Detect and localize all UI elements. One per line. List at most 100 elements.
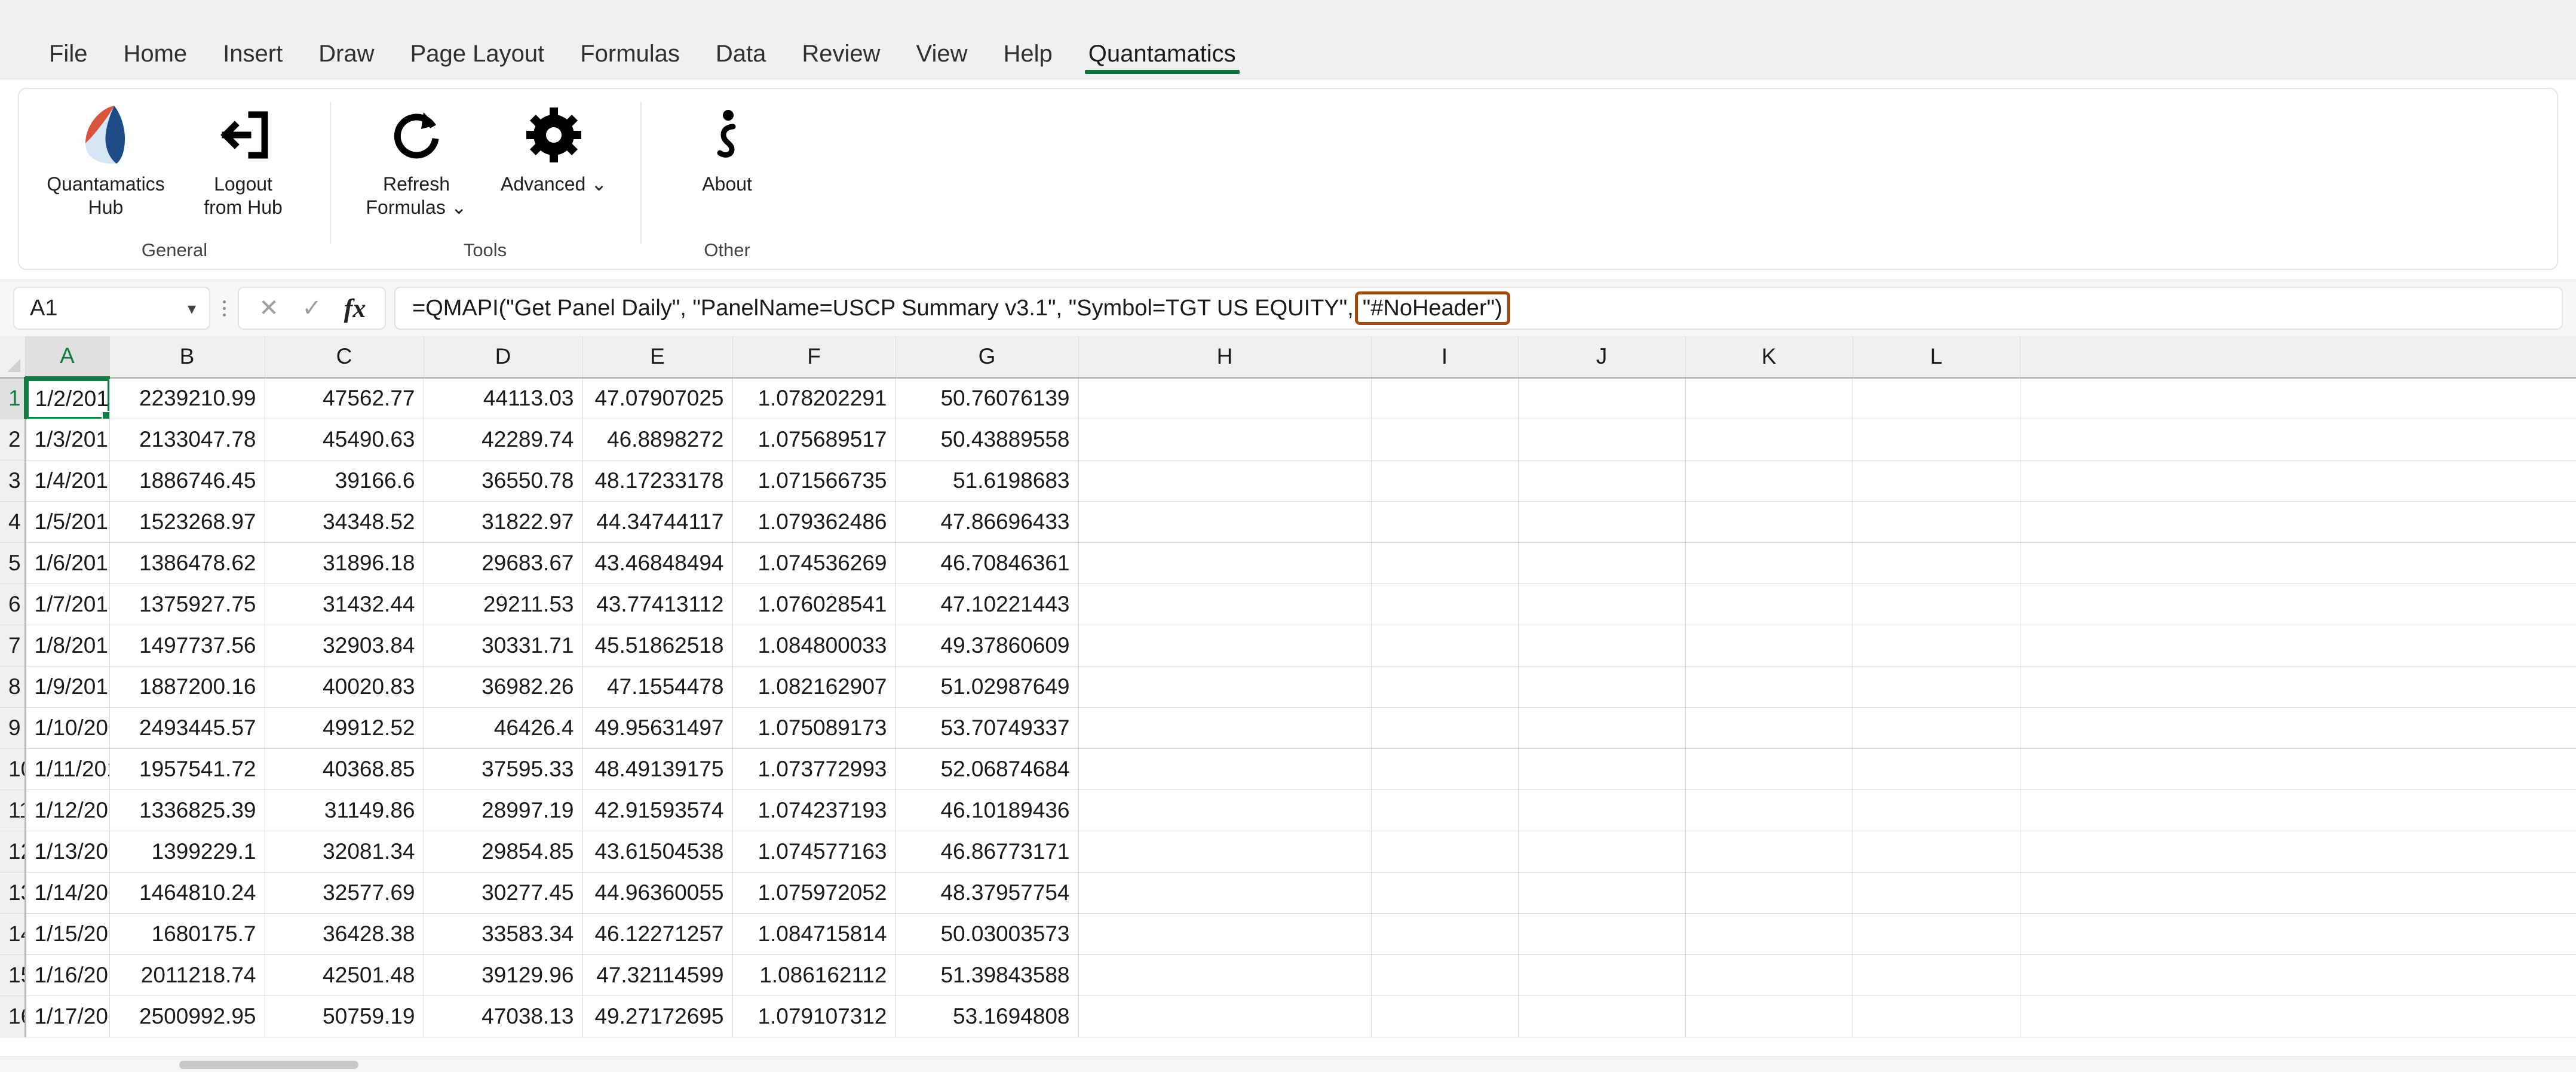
cell-G13[interactable]: 48.37957754	[896, 872, 1079, 914]
cell-I15[interactable]	[1371, 954, 1519, 996]
column-header-D[interactable]: D	[424, 336, 583, 379]
cell-I1[interactable]	[1371, 377, 1519, 419]
cell-L7[interactable]	[1853, 625, 2020, 666]
cell-H12[interactable]	[1078, 831, 1372, 873]
cell-K14[interactable]	[1685, 913, 1853, 955]
cell-C8[interactable]: 40020.83	[265, 666, 424, 708]
cell-I14[interactable]	[1371, 913, 1519, 955]
cell-J9[interactable]	[1518, 707, 1686, 749]
cell-J6[interactable]	[1518, 583, 1686, 625]
cell-C15[interactable]: 42501.48	[265, 954, 424, 996]
column-header-L[interactable]: L	[1853, 336, 2020, 379]
cell-G1[interactable]: 50.76076139	[896, 377, 1079, 419]
cell-H16[interactable]	[1078, 996, 1372, 1037]
row-header-8[interactable]: 8	[0, 666, 26, 708]
cell-D5[interactable]: 29683.67	[424, 542, 583, 584]
cell-K2[interactable]	[1685, 419, 1853, 460]
cell-B14[interactable]: 1680175.7	[109, 913, 265, 955]
cell-F16[interactable]: 1.079107312	[732, 996, 896, 1037]
cell-H1[interactable]	[1078, 377, 1372, 419]
cell-L6[interactable]	[1853, 583, 2020, 625]
cell-L9[interactable]	[1853, 707, 2020, 749]
cell-F8[interactable]: 1.082162907	[732, 666, 896, 708]
cell-I10[interactable]	[1371, 748, 1519, 790]
cell-G6[interactable]: 47.10221443	[896, 583, 1079, 625]
column-header-E[interactable]: E	[582, 336, 733, 379]
cell-L13[interactable]	[1853, 872, 2020, 914]
cell-C6[interactable]: 31432.44	[265, 583, 424, 625]
cell-E11[interactable]: 42.91593574	[582, 790, 733, 831]
row-header-11[interactable]: 11	[0, 790, 26, 831]
cell-D8[interactable]: 36982.26	[424, 666, 583, 708]
cell-J12[interactable]	[1518, 831, 1686, 873]
column-header-I[interactable]: I	[1371, 336, 1519, 379]
cell-J8[interactable]	[1518, 666, 1686, 708]
row-header-1[interactable]: 1	[0, 377, 27, 419]
cell-F12[interactable]: 1.074577163	[732, 831, 896, 873]
cell-H7[interactable]	[1078, 625, 1372, 666]
cell-C12[interactable]: 32081.34	[265, 831, 424, 873]
column-header-C[interactable]: C	[265, 336, 424, 379]
row-header-5[interactable]: 5	[0, 542, 26, 584]
row-header-14[interactable]: 14	[0, 913, 26, 955]
cell-H15[interactable]	[1078, 954, 1372, 996]
cell-J5[interactable]	[1518, 542, 1686, 584]
cell-A10[interactable]: 1/11/2015	[25, 748, 110, 790]
confirm-icon[interactable]: ✓	[290, 288, 333, 328]
cell-E13[interactable]: 44.96360055	[582, 872, 733, 914]
cell-J15[interactable]	[1518, 954, 1686, 996]
row-header-15[interactable]: 15	[0, 954, 26, 996]
cell-D13[interactable]: 30277.45	[424, 872, 583, 914]
cell-F10[interactable]: 1.073772993	[732, 748, 896, 790]
ribbon-tab-draw[interactable]: Draw	[300, 42, 392, 79]
formula-bar-drag-handle[interactable]	[210, 300, 238, 317]
cell-B15[interactable]: 2011218.74	[109, 954, 265, 996]
cell-J3[interactable]	[1518, 460, 1686, 502]
cell-H9[interactable]	[1078, 707, 1372, 749]
cell-K13[interactable]	[1685, 872, 1853, 914]
cell-K5[interactable]	[1685, 542, 1853, 584]
cell-C5[interactable]: 31896.18	[265, 542, 424, 584]
cell-A3[interactable]: 1/4/2015	[25, 460, 110, 502]
cell-D4[interactable]: 31822.97	[424, 501, 583, 543]
ribbon-tab-formulas[interactable]: Formulas	[562, 42, 698, 79]
cell-E10[interactable]: 48.49139175	[582, 748, 733, 790]
cell-G3[interactable]: 51.6198683	[896, 460, 1079, 502]
cell-E12[interactable]: 43.61504538	[582, 831, 733, 873]
cell-D2[interactable]: 42289.74	[424, 419, 583, 460]
cell-E7[interactable]: 45.51862518	[582, 625, 733, 666]
cell-K11[interactable]	[1685, 790, 1853, 831]
cell-A11[interactable]: 1/12/2015	[25, 790, 110, 831]
cell-E3[interactable]: 48.17233178	[582, 460, 733, 502]
cell-F14[interactable]: 1.084715814	[732, 913, 896, 955]
cell-A2[interactable]: 1/3/2015	[25, 419, 110, 460]
ribbon-tab-page-layout[interactable]: Page Layout	[392, 42, 563, 79]
cell-H13[interactable]	[1078, 872, 1372, 914]
cell-E5[interactable]: 43.46848494	[582, 542, 733, 584]
cell-C13[interactable]: 32577.69	[265, 872, 424, 914]
cell-D1[interactable]: 44113.03	[424, 377, 583, 419]
cell-I13[interactable]	[1371, 872, 1519, 914]
cell-B13[interactable]: 1464810.24	[109, 872, 265, 914]
row-header-6[interactable]: 6	[0, 583, 26, 625]
cell-L8[interactable]	[1853, 666, 2020, 708]
cell-C3[interactable]: 39166.6	[265, 460, 424, 502]
cell-B12[interactable]: 1399229.1	[109, 831, 265, 873]
row-header-12[interactable]: 12	[0, 831, 26, 873]
cell-C11[interactable]: 31149.86	[265, 790, 424, 831]
cell-G10[interactable]: 52.06874684	[896, 748, 1079, 790]
cell-B3[interactable]: 1886746.45	[109, 460, 265, 502]
cell-I12[interactable]	[1371, 831, 1519, 873]
cell-L1[interactable]	[1853, 377, 2020, 419]
cell-J16[interactable]	[1518, 996, 1686, 1037]
ribbon-button-refresh-formulas[interactable]: Refresh Formulas ⌄	[348, 99, 485, 219]
spreadsheet-grid[interactable]: ABCDEFGHIJKL 11/2/20152239210.9947562.77…	[0, 336, 2576, 1072]
cell-B11[interactable]: 1336825.39	[109, 790, 265, 831]
cell-J1[interactable]	[1518, 377, 1686, 419]
cell-G9[interactable]: 53.70749337	[896, 707, 1079, 749]
cell-L5[interactable]	[1853, 542, 2020, 584]
cell-L11[interactable]	[1853, 790, 2020, 831]
cell-F2[interactable]: 1.075689517	[732, 419, 896, 460]
cell-G16[interactable]: 53.1694808	[896, 996, 1079, 1037]
cell-A16[interactable]: 1/17/2015	[25, 996, 110, 1037]
